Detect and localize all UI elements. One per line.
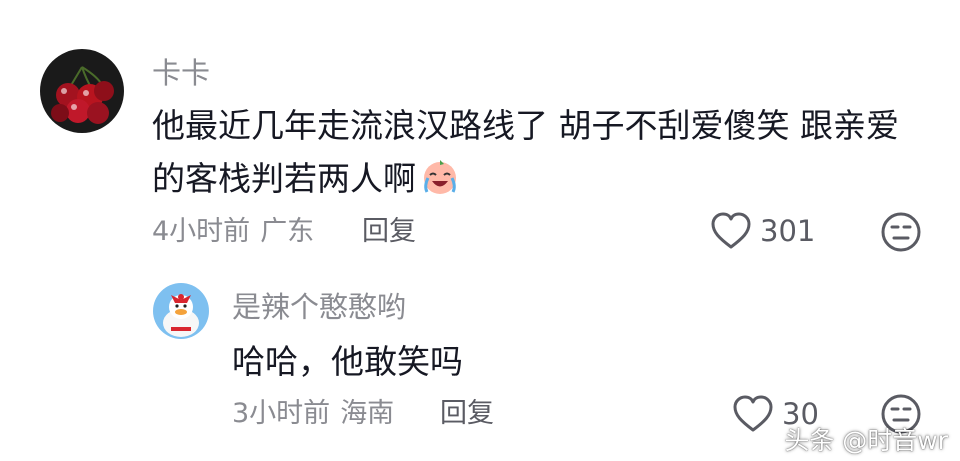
cherries-avatar-image xyxy=(40,49,124,133)
reply-location: 海南 xyxy=(340,398,395,429)
comment-location: 广东 xyxy=(260,216,315,247)
reply-button[interactable]: 回复 xyxy=(362,218,416,245)
avatar[interactable] xyxy=(40,49,124,133)
reply-username[interactable]: 是辣个憨憨哟 xyxy=(232,293,406,322)
reply-time: 3小时前 xyxy=(232,398,331,429)
reply-avatar[interactable] xyxy=(153,283,209,339)
reply-like-count: 30 xyxy=(782,396,819,431)
laugh-cry-emoji xyxy=(420,156,460,196)
heart-outline-icon xyxy=(711,212,751,249)
like-button[interactable]: 301 xyxy=(710,212,815,250)
comment-meta: 4小时前 广东 xyxy=(152,218,314,245)
reply-reply-button[interactable]: 回复 xyxy=(440,400,494,427)
reply-meta: 3小时前 海南 xyxy=(232,400,394,427)
reply-text: 哈哈，他敢笑吗 xyxy=(232,342,463,381)
comment-username[interactable]: 卡卡 xyxy=(152,59,210,88)
watermark: 头条 @时音wr xyxy=(784,426,948,455)
comment-text-line-2: 的客栈判若两人啊 xyxy=(152,154,460,204)
duck-avatar-image xyxy=(153,283,209,339)
comment-text-line-1: 他最近几年走流浪汉路线了 胡子不刮爱傻笑 跟亲爱 xyxy=(152,106,899,145)
dislike-button[interactable] xyxy=(880,211,922,257)
comment-text-line-2-text: 的客栈判若两人啊 xyxy=(152,159,416,198)
heart-outline-icon xyxy=(733,395,773,432)
like-count: 301 xyxy=(760,213,816,248)
comment-time: 4小时前 xyxy=(152,216,251,247)
meh-face-icon xyxy=(881,212,921,252)
